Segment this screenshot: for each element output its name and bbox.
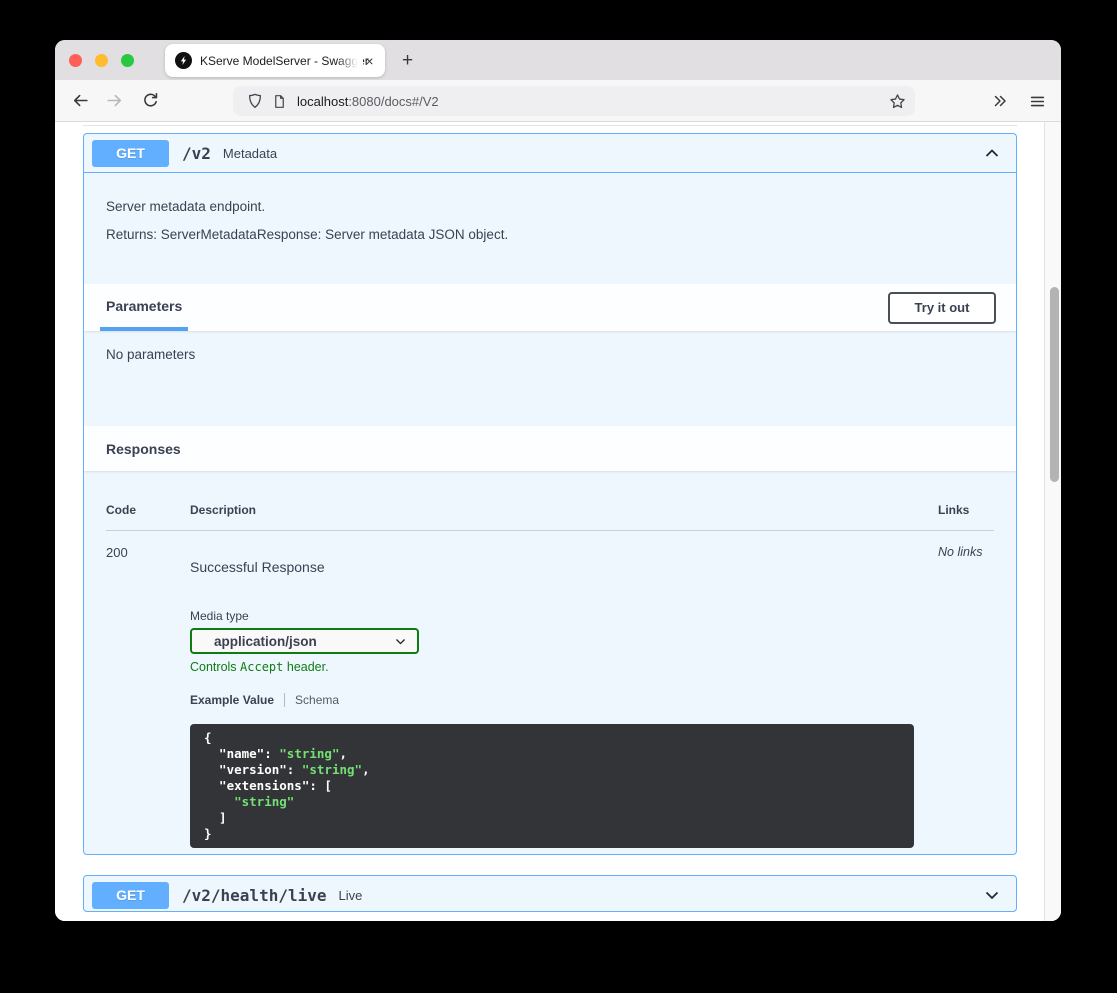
traffic-lights bbox=[69, 54, 134, 67]
minimize-window-button[interactable] bbox=[95, 54, 108, 67]
url-host: localhost bbox=[297, 94, 348, 109]
description-line: Returns: ServerMetadataResponse: Server … bbox=[106, 227, 994, 242]
tab-parameters[interactable]: Parameters bbox=[100, 284, 188, 331]
chevron-down-icon[interactable] bbox=[982, 885, 1002, 905]
column-header-description: Description bbox=[190, 503, 938, 517]
section-divider bbox=[83, 125, 1017, 126]
method-badge: GET bbox=[92, 140, 169, 167]
response-row-200: 200 Successful Response Media type appli… bbox=[106, 531, 994, 848]
responses-title: Responses bbox=[106, 441, 181, 457]
shield-icon[interactable] bbox=[243, 89, 267, 113]
back-arrow-icon[interactable] bbox=[65, 86, 95, 116]
no-parameters-text: No parameters bbox=[84, 331, 1016, 426]
column-header-links: Links bbox=[938, 503, 994, 517]
tab-separator bbox=[284, 693, 285, 707]
page-icon[interactable] bbox=[267, 89, 291, 113]
response-description: Successful Response bbox=[190, 559, 938, 575]
opblock-health-header[interactable]: GET /v2/health/live Live bbox=[84, 876, 1016, 912]
description-line: Server metadata endpoint. bbox=[106, 199, 994, 214]
column-header-code: Code bbox=[106, 503, 190, 517]
accept-header-note: Controls Accept header. bbox=[190, 660, 938, 674]
accept-note-suffix: header. bbox=[283, 660, 328, 674]
navigation-bar: localhost:8080/docs#/V2 bbox=[55, 80, 1061, 122]
media-type-select[interactable]: application/json bbox=[190, 628, 419, 654]
example-schema-tabs: Example Value Schema bbox=[190, 693, 938, 707]
opblock-get-v2: GET /v2 Metadata Server metadata endpoin… bbox=[83, 133, 1017, 855]
scrollbar-thumb[interactable] bbox=[1050, 287, 1059, 482]
media-type-value: application/json bbox=[214, 634, 317, 649]
endpoint-summary: Live bbox=[339, 888, 363, 903]
try-it-out-button[interactable]: Try it out bbox=[888, 292, 996, 324]
responses-table-header-row: Code Description Links bbox=[106, 503, 994, 531]
reload-icon[interactable] bbox=[135, 86, 165, 116]
close-window-button[interactable] bbox=[69, 54, 82, 67]
accept-note-prefix: Controls bbox=[190, 660, 240, 674]
response-description-cell: Successful Response Media type applicati… bbox=[190, 543, 938, 848]
tab-bar: KServe ModelServer - Swagger × + bbox=[55, 40, 1061, 80]
parameters-section-header: Parameters Try it out bbox=[84, 284, 1016, 331]
tab-close-icon[interactable]: × bbox=[360, 51, 379, 70]
hamburger-menu-icon[interactable] bbox=[1022, 86, 1052, 116]
fastapi-lightning-favicon bbox=[175, 52, 192, 69]
media-type-label: Media type bbox=[190, 609, 938, 623]
endpoint-path: /v2/health/live bbox=[182, 886, 327, 905]
overflow-chevrons-icon[interactable] bbox=[985, 86, 1015, 116]
bookmark-star-icon[interactable] bbox=[885, 89, 909, 113]
new-tab-button[interactable]: + bbox=[395, 48, 420, 73]
tab-example-value[interactable]: Example Value bbox=[190, 693, 274, 707]
swagger-page: GET /v2 Metadata Server metadata endpoin… bbox=[55, 122, 1061, 921]
responses-table: Code Description Links 200 Successful Re… bbox=[84, 471, 1016, 855]
url-text: localhost:8080/docs#/V2 bbox=[297, 94, 885, 109]
zoom-window-button[interactable] bbox=[121, 54, 134, 67]
response-links: No links bbox=[938, 543, 994, 848]
tab-schema[interactable]: Schema bbox=[295, 693, 339, 707]
endpoint-path: /v2 bbox=[182, 144, 211, 163]
chevron-down-icon bbox=[394, 635, 407, 648]
endpoint-description: Server metadata endpoint. Returns: Serve… bbox=[84, 173, 1016, 284]
accept-note-code: Accept bbox=[240, 660, 283, 674]
response-code: 200 bbox=[106, 543, 190, 848]
chevron-up-icon[interactable] bbox=[982, 143, 1002, 163]
browser-window: KServe ModelServer - Swagger × + localho… bbox=[55, 40, 1061, 921]
url-bar[interactable]: localhost:8080/docs#/V2 bbox=[233, 86, 915, 116]
forward-arrow-icon[interactable] bbox=[99, 86, 129, 116]
scrollbar-track[interactable] bbox=[1044, 122, 1061, 921]
opblock-get-v2-health-live: GET /v2/health/live Live bbox=[83, 875, 1017, 912]
url-path: :8080/docs#/V2 bbox=[348, 94, 438, 109]
example-json-code[interactable]: { "name": "string", "version": "string",… bbox=[190, 724, 914, 848]
method-badge: GET bbox=[92, 882, 169, 909]
responses-section-header: Responses bbox=[84, 426, 1016, 471]
endpoint-summary: Metadata bbox=[223, 146, 277, 161]
opblock-get-v2-header[interactable]: GET /v2 Metadata bbox=[84, 134, 1016, 173]
browser-tab[interactable]: KServe ModelServer - Swagger × bbox=[165, 44, 385, 77]
